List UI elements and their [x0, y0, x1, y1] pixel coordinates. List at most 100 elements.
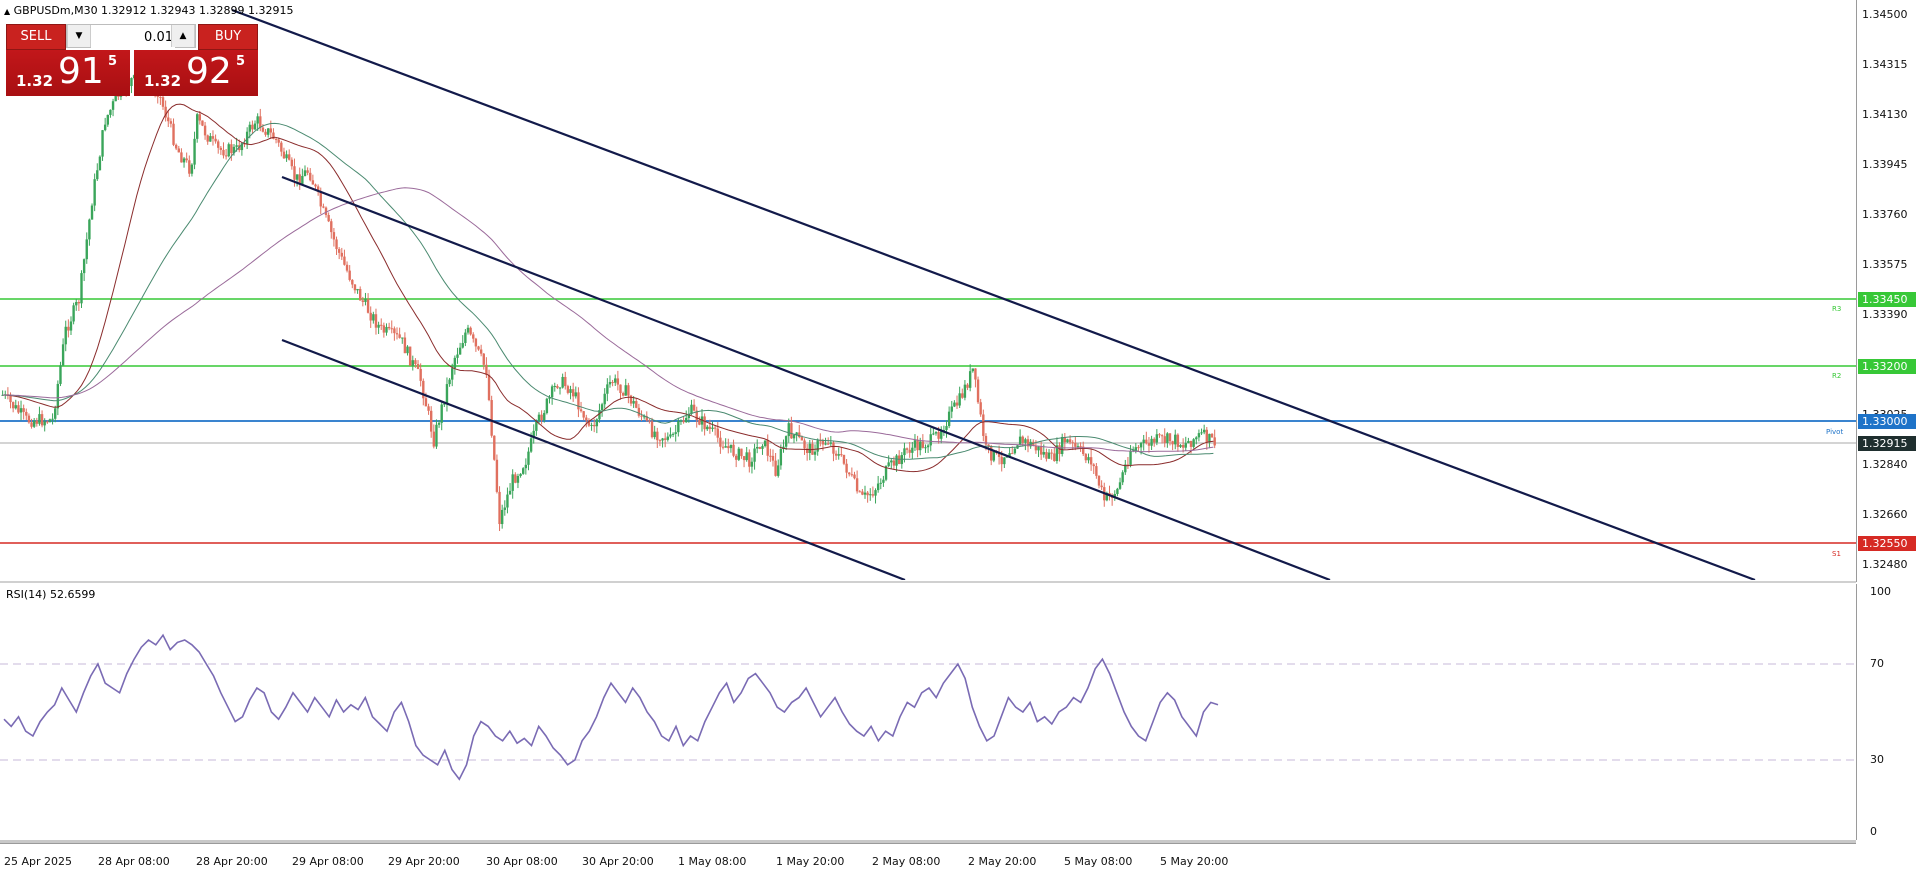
candle-body [319, 191, 322, 207]
time-tick-label: 2 May 08:00 [872, 855, 941, 868]
candle-body [264, 131, 267, 135]
candle-body [230, 144, 233, 154]
candle-body [322, 206, 325, 208]
candle-body [924, 447, 927, 449]
candle-body [203, 125, 207, 136]
lot-decrease-icon[interactable]: ▼ [67, 25, 91, 47]
time-tick-label: 5 May 20:00 [1160, 855, 1229, 868]
candle-body [527, 451, 530, 465]
time-tick-label: 1 May 08:00 [678, 855, 747, 868]
candle-body [771, 455, 775, 461]
candle-body [398, 334, 401, 338]
rsi-chart[interactable] [0, 584, 1856, 839]
candle-body [435, 424, 438, 447]
price-tick-label: 1.34500 [1862, 8, 1908, 21]
panel-separator[interactable] [0, 581, 1856, 583]
candle-body [919, 441, 922, 451]
candle-body [869, 494, 872, 496]
candle-body [866, 492, 869, 496]
candle-body [522, 468, 525, 474]
candle-body [1079, 446, 1082, 448]
candle-body [606, 384, 609, 394]
candle-body [251, 124, 254, 130]
candle-body [356, 288, 359, 291]
candle-body [288, 154, 291, 160]
candle-body [1060, 437, 1064, 455]
sell-quote[interactable]: 1.32 91 5 [6, 50, 130, 96]
buy-button[interactable]: BUY [198, 24, 258, 50]
candle-body [227, 144, 230, 157]
current-price-label: 1.32915 [1858, 436, 1916, 451]
candle-body [963, 384, 967, 398]
candle-body [890, 460, 893, 463]
candle-body [861, 491, 864, 495]
candle-body [311, 180, 315, 185]
lot-size-stepper[interactable]: ▼ ▲ [66, 24, 196, 48]
candle-body [427, 406, 430, 411]
candle-body [1187, 440, 1190, 444]
candle-body [727, 446, 730, 449]
candle-body [763, 440, 767, 447]
candle-body [508, 490, 512, 495]
candle-body [106, 114, 109, 125]
time-tick-label: 28 Apr 08:00 [98, 855, 170, 868]
price-chart[interactable] [0, 0, 1856, 580]
rsi-tick-label: 0 [1870, 825, 1877, 838]
candle-body [69, 321, 73, 331]
candle-body [685, 418, 688, 423]
candle-body [343, 256, 346, 265]
candle-body [429, 410, 433, 432]
candle-body [474, 338, 478, 347]
candle-body [627, 385, 630, 396]
candle-body [982, 414, 985, 436]
candle-body [1068, 439, 1072, 443]
candle-body [358, 288, 362, 301]
chart-header: ▲ GBPUSDm,M30 1.32912 1.32943 1.32899 1.… [4, 4, 294, 17]
candle-body [490, 400, 493, 436]
sell-price-prefix: 1.32 [16, 72, 54, 90]
candle-body [853, 474, 856, 479]
candle-body [1097, 475, 1101, 486]
candle-body [682, 420, 685, 423]
price-tick-label: 1.32840 [1862, 458, 1908, 471]
candle-body [1000, 456, 1003, 465]
candle-body [908, 449, 911, 453]
buy-quote[interactable]: 1.32 92 5 [134, 50, 258, 96]
candle-body [361, 300, 365, 302]
lot-increase-icon[interactable]: ▲ [171, 25, 195, 47]
candle-body [1195, 437, 1198, 440]
candle-body [1116, 488, 1119, 495]
candle-body [1087, 457, 1090, 461]
candle-body [669, 434, 672, 437]
candle-body [366, 299, 370, 313]
candle-body [498, 491, 501, 525]
candle-body [327, 215, 330, 222]
rsi-axis [1856, 584, 1916, 840]
sell-button[interactable]: SELL [6, 24, 66, 50]
candle-body [913, 440, 917, 448]
candle-body [48, 419, 52, 423]
price-tick-label: 1.33760 [1862, 208, 1908, 221]
candle-body [1037, 446, 1040, 451]
candle-body [51, 418, 54, 420]
candle-body [503, 507, 507, 510]
candle-body [1137, 447, 1140, 449]
candle-body [761, 446, 764, 449]
price-tick-label: 1.32480 [1862, 558, 1908, 571]
candle-body [111, 101, 115, 110]
candle-body [1210, 433, 1214, 438]
candle-body [976, 379, 980, 403]
candle-body [579, 409, 583, 412]
candle-body [921, 441, 925, 448]
candle-body [779, 449, 783, 466]
candle-body [1202, 429, 1206, 433]
candle-body [929, 434, 932, 446]
candle-body [38, 414, 41, 424]
lot-size-input[interactable] [91, 26, 175, 48]
candle-body [585, 417, 588, 421]
candle-body [485, 364, 488, 375]
pivot-marker: Pivot [1826, 428, 1844, 436]
candle-body [911, 447, 914, 453]
caret-up-icon[interactable]: ▲ [4, 7, 10, 16]
candle-body [282, 151, 286, 159]
